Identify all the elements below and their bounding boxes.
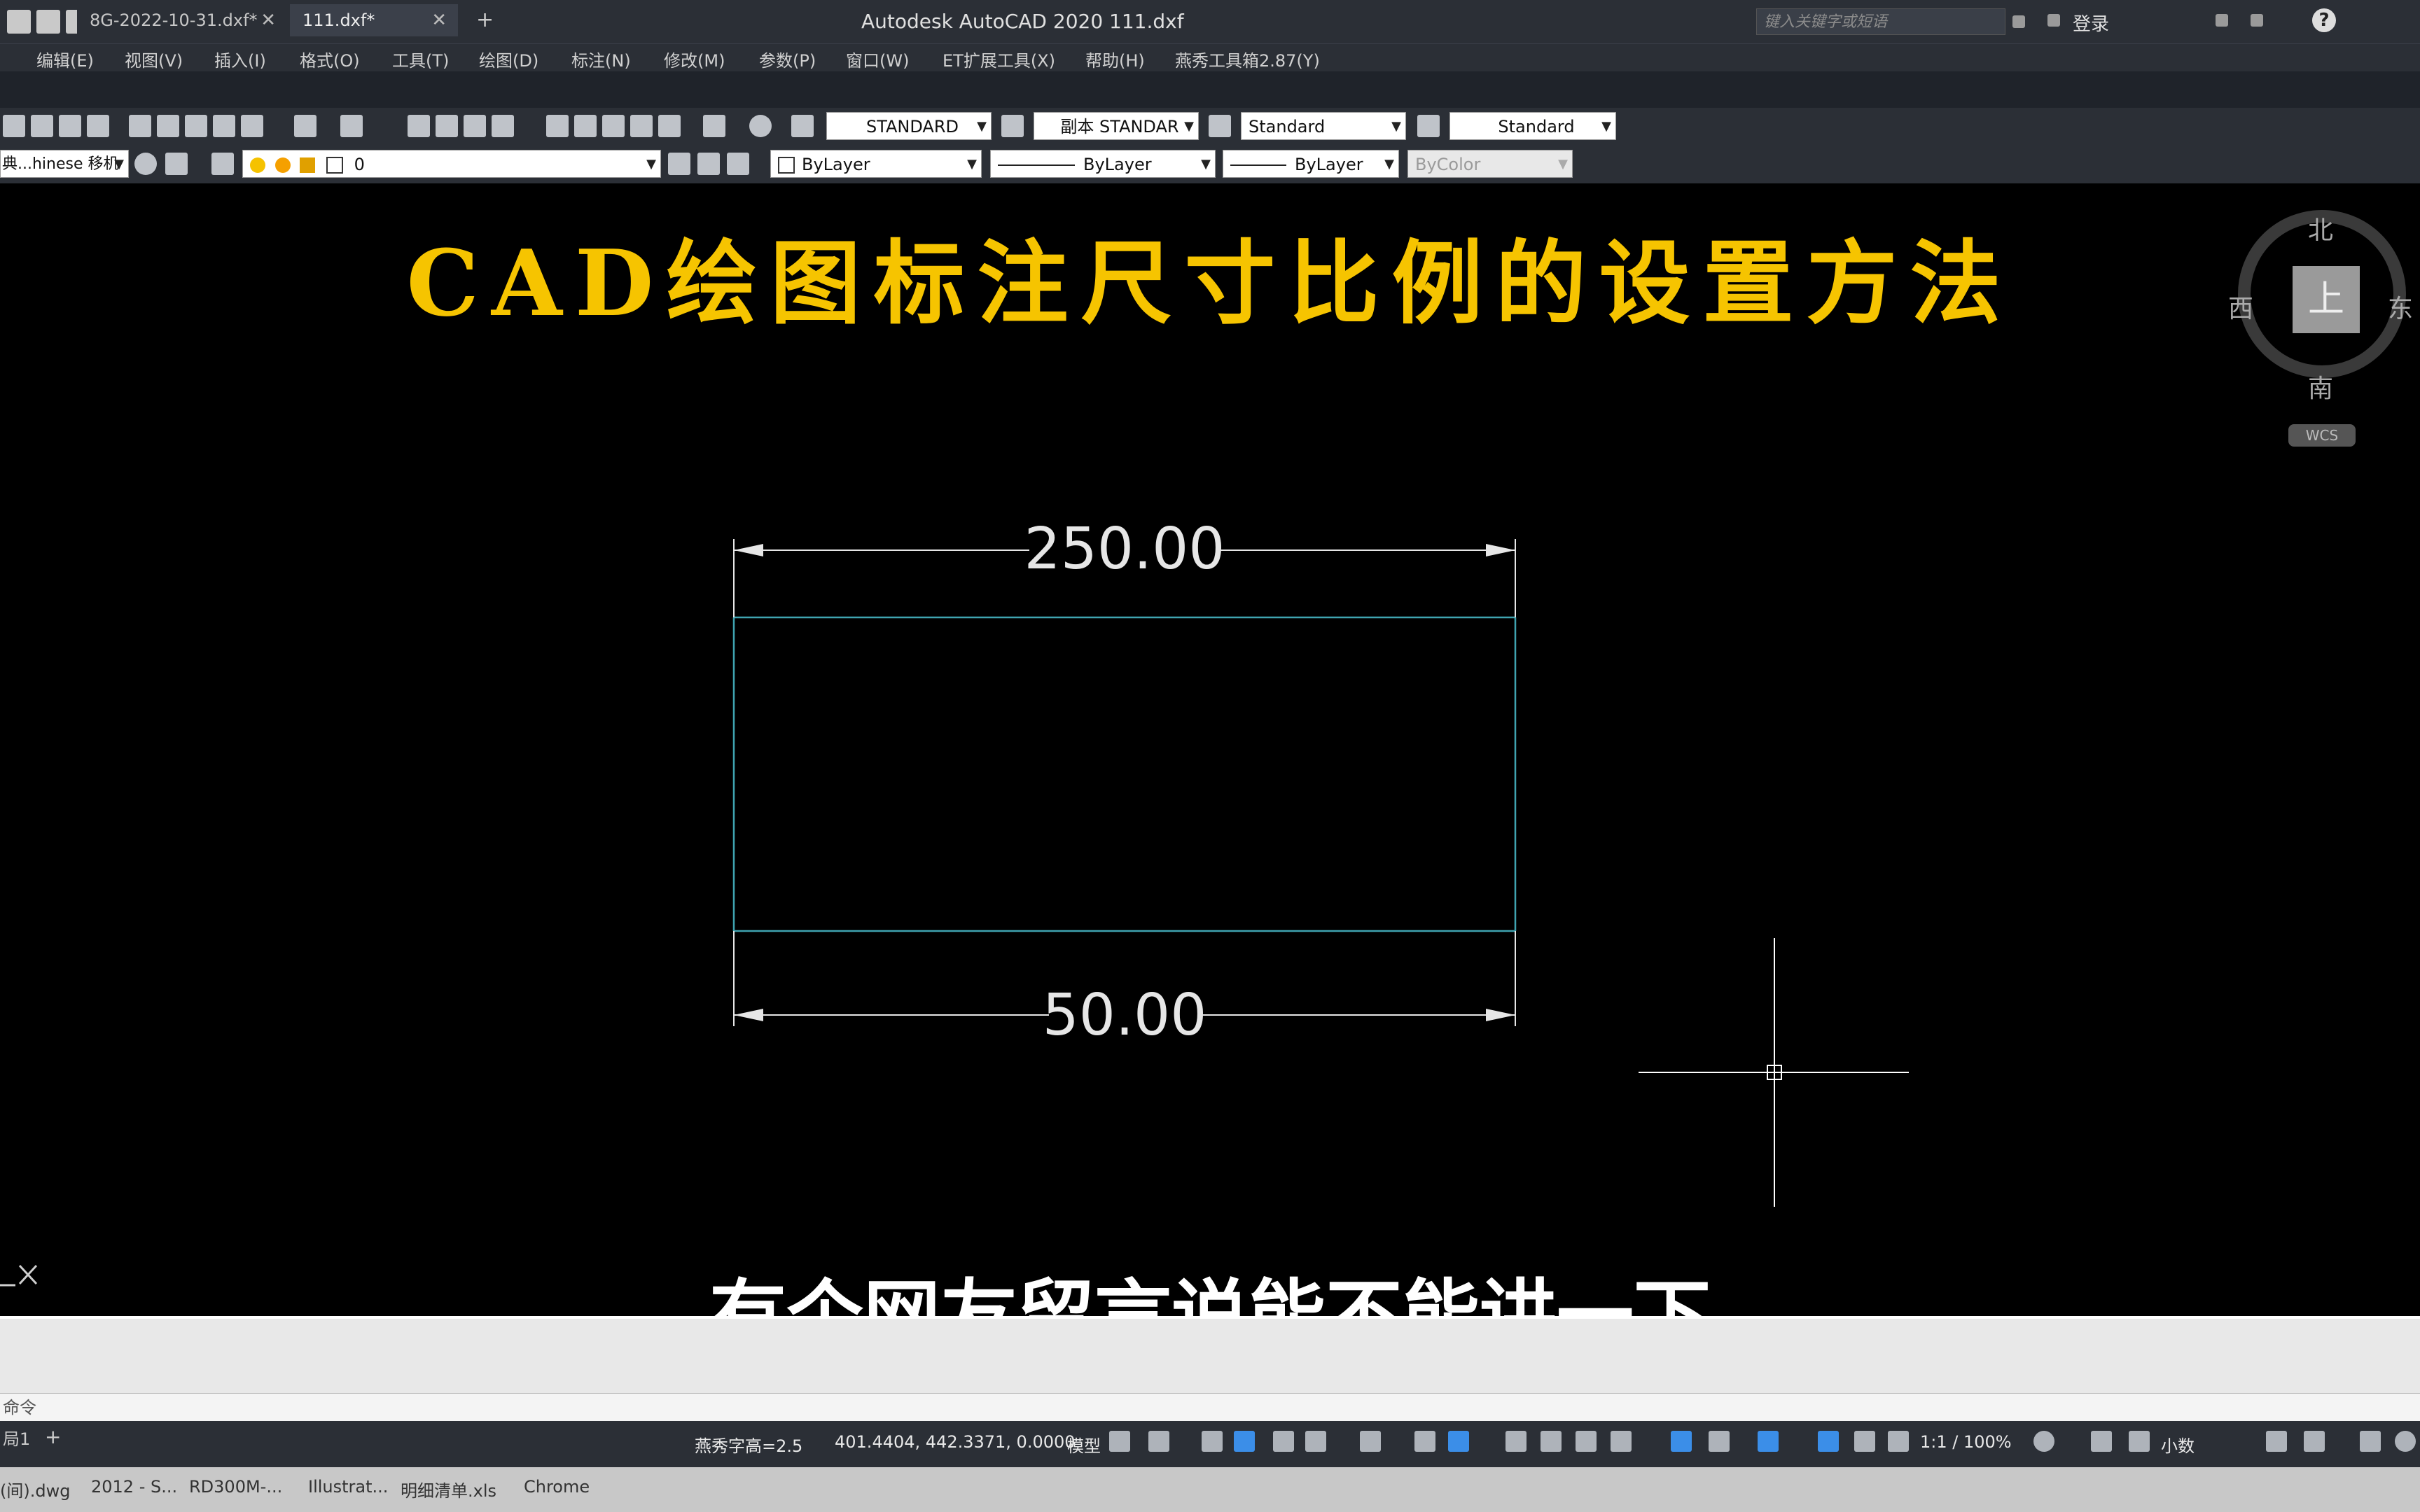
- wcs-menu-button[interactable]: WCS: [2288, 424, 2356, 447]
- taskbar-item[interactable]: 明细清单.xls: [401, 1477, 496, 1502]
- text-height-indicator: 燕秀字高=2.5: [695, 1436, 803, 1456]
- ortho-icon[interactable]: [1273, 1431, 1294, 1452]
- gizmo-icon[interactable]: [1758, 1431, 1779, 1452]
- plus-icon[interactable]: [2091, 1431, 2112, 1452]
- infer-constraints-icon[interactable]: [1202, 1431, 1223, 1452]
- top-dimension[interactable]: 250.00: [733, 516, 1516, 617]
- quick-properties-icon[interactable]: [2129, 1431, 2150, 1452]
- compass-south[interactable]: 南: [2308, 368, 2333, 405]
- compass-east[interactable]: 东: [2388, 288, 2413, 325]
- bottom-dimension[interactable]: 50.00: [733, 931, 1516, 1049]
- viewcube-top-face[interactable]: 上: [2293, 266, 2360, 333]
- isolate-objects-icon[interactable]: [2360, 1431, 2381, 1452]
- layout-tab[interactable]: 局1: [3, 1425, 30, 1450]
- compass-west[interactable]: 西: [2228, 288, 2253, 325]
- command-history: [0, 1316, 2420, 1396]
- selection-filter-icon[interactable]: [1709, 1431, 1730, 1452]
- selection-cycling-icon[interactable]: [1576, 1431, 1597, 1452]
- dynamic-ucs-icon[interactable]: [1671, 1431, 1692, 1452]
- taskbar-item[interactable]: Chrome: [524, 1477, 590, 1497]
- snap-icon[interactable]: [1148, 1431, 1169, 1452]
- lineweight-icon[interactable]: [1505, 1431, 1527, 1452]
- grid-icon[interactable]: [1109, 1431, 1130, 1452]
- units-select[interactable]: 小数: [2161, 1432, 2195, 1457]
- top-dimension-text: 250.00: [1024, 516, 1225, 582]
- isodraft-icon[interactable]: [1360, 1431, 1381, 1452]
- auto-scale-icon[interactable]: [1854, 1431, 1875, 1452]
- calculator-icon[interactable]: [2266, 1431, 2287, 1452]
- 3d-object-snap-icon[interactable]: [1611, 1431, 1632, 1452]
- video-title: CAD绘图标注尺寸比例的设置方法: [406, 230, 2014, 337]
- dynamic-input-icon[interactable]: [1234, 1431, 1255, 1452]
- cursor-coordinates[interactable]: 401.4404, 442.3371, 0.0000: [835, 1432, 1076, 1452]
- clean-screen-icon[interactable]: [2304, 1431, 2325, 1452]
- annotation-scale-icon[interactable]: [1888, 1431, 1909, 1452]
- add-layout-icon[interactable]: +: [45, 1425, 61, 1448]
- polar-tracking-icon[interactable]: [1305, 1431, 1326, 1452]
- hardware-acceleration-icon[interactable]: [2395, 1431, 2416, 1452]
- annotation-visibility-icon[interactable]: [1818, 1431, 1839, 1452]
- taskbar-item[interactable]: (间).dwg: [0, 1477, 70, 1502]
- command-input[interactable]: 命令: [0, 1393, 2420, 1421]
- compass-north[interactable]: 北: [2308, 210, 2333, 246]
- annotation-scale-select[interactable]: 1:1 / 100%: [1920, 1432, 2012, 1452]
- taskbar-item[interactable]: 2012 - S...: [91, 1477, 177, 1497]
- object-snap-tracking-icon[interactable]: [1414, 1431, 1435, 1452]
- bottom-dimension-text: 50.00: [1043, 982, 1207, 1049]
- crosshair-cursor: [1639, 938, 1909, 1207]
- gear-icon[interactable]: [2033, 1431, 2054, 1452]
- model-space-button[interactable]: 模型: [1067, 1432, 1101, 1457]
- object-snap-icon[interactable]: [1448, 1431, 1469, 1452]
- taskbar-item[interactable]: RD300M-...: [189, 1477, 282, 1497]
- taskbar-item[interactable]: Illustrat...: [308, 1477, 388, 1497]
- transparency-icon[interactable]: [1541, 1431, 1562, 1452]
